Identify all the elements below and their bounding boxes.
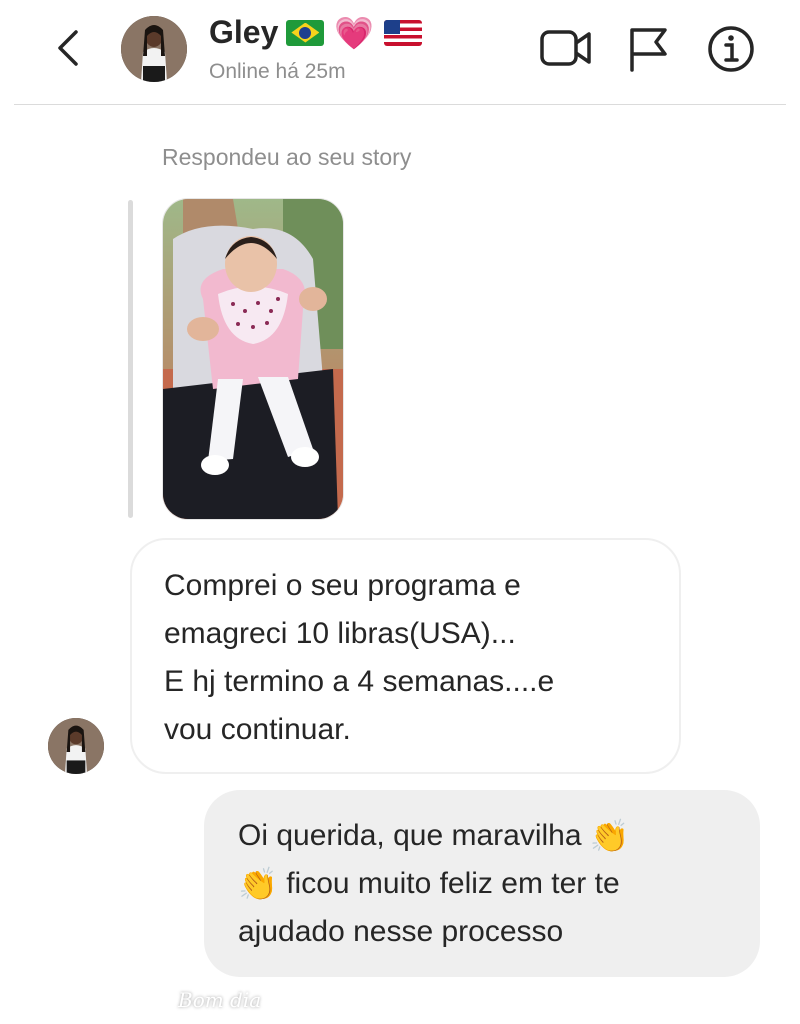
video-camera-icon xyxy=(540,30,591,66)
flag-report-icon xyxy=(630,28,667,72)
online-status: Online há 25m xyxy=(209,60,346,83)
message-line: E hj termino a 4 semanas....e xyxy=(164,665,555,698)
sender-avatar[interactable] xyxy=(48,718,104,774)
usa-flag-icon xyxy=(384,19,423,46)
chat-header: Gley 💗 Online há 25m xyxy=(14,0,786,105)
clapping-hands-emoji: 👏 xyxy=(238,866,278,902)
heart-emoji: 💗 xyxy=(334,14,375,51)
message-text: Oi querida, que maravilha xyxy=(238,819,582,852)
info-icon xyxy=(708,26,754,72)
story-reply-caption: Respondeu ao seu story xyxy=(162,144,412,170)
quote-bar xyxy=(128,200,133,518)
outgoing-message-bubble[interactable]: Oi querida, que maravilha 👏 👏 ficou muit… xyxy=(204,790,760,977)
message-line: vou continuar. xyxy=(164,713,351,746)
title-row[interactable]: Gley 💗 xyxy=(209,14,423,51)
clapping-hands-emoji: 👏 xyxy=(589,818,630,854)
back-arrow-icon xyxy=(58,30,78,66)
video-call-button[interactable] xyxy=(539,24,593,77)
back-button[interactable] xyxy=(50,26,90,70)
message-line: Oi querida, que maravilha 👏 xyxy=(238,812,730,860)
message-line: Comprei o seu programa e xyxy=(164,569,521,602)
message-line: emagreci 10 libras(USA)... xyxy=(164,617,516,650)
story-overlay-text: Bom dia xyxy=(178,988,262,1012)
report-button[interactable] xyxy=(627,24,671,79)
message-line: 👏 ficou muito feliz em ter te xyxy=(238,860,730,908)
message-text: ficou muito feliz em ter te xyxy=(286,867,620,900)
incoming-message-bubble[interactable]: Comprei o seu programa e emagreci 10 lib… xyxy=(130,538,681,774)
message-line: ajudado nesse processo xyxy=(238,915,564,948)
story-thumbnail[interactable] xyxy=(162,198,344,520)
profile-avatar[interactable] xyxy=(121,16,187,82)
contact-name: Gley xyxy=(209,14,279,50)
brazil-flag-icon xyxy=(286,19,325,46)
info-button[interactable] xyxy=(706,24,756,79)
